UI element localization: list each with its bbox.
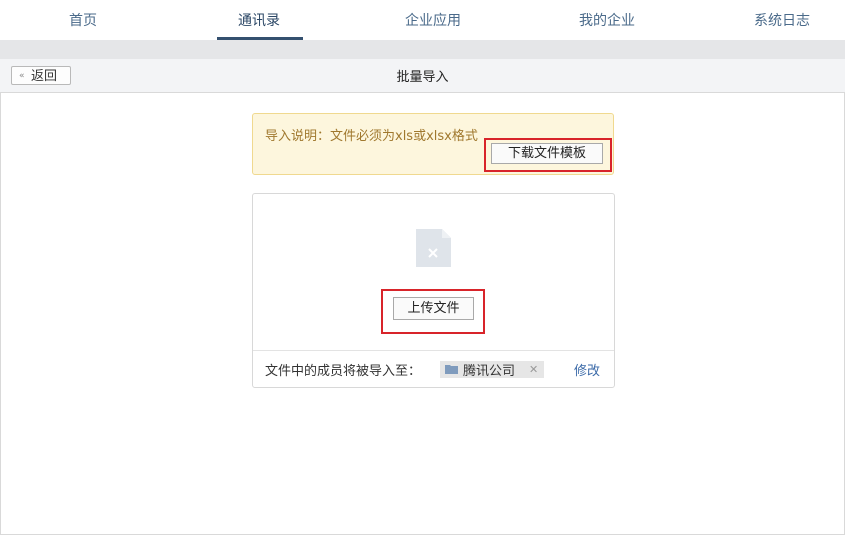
- nav-tab-enterprise-apps[interactable]: 企业应用: [405, 10, 461, 30]
- file-invalid-icon: [416, 229, 451, 267]
- nav-tab-contacts[interactable]: 通讯录: [238, 10, 280, 30]
- nav-tab-my-enterprise[interactable]: 我的企业: [579, 10, 635, 30]
- modify-destination-link[interactable]: 修改: [574, 360, 600, 379]
- upload-file-button[interactable]: 上传文件: [393, 297, 474, 320]
- panel-divider: [253, 350, 614, 351]
- page-title: 批量导入: [396, 70, 449, 85]
- header-separator-band: [0, 40, 845, 59]
- nav-tab-system-log[interactable]: 系统日志: [754, 10, 810, 30]
- download-template-button[interactable]: 下载文件模板: [491, 143, 603, 164]
- destination-tag: 腾讯公司 ✕: [440, 361, 544, 379]
- folder-icon: [445, 365, 458, 374]
- subheader-bar: « 返回 批量导入: [0, 59, 845, 93]
- close-icon[interactable]: ✕: [529, 361, 538, 378]
- destination-label: 文件中的成员将被导入至：: [265, 364, 422, 379]
- nav-tab-home[interactable]: 首页: [69, 10, 97, 30]
- destination-name: 腾讯公司: [463, 364, 516, 379]
- top-nav: 首页 通讯录 企业应用 我的企业 系统日志: [0, 0, 845, 40]
- import-instructions-text: 导入说明：文件必须为xls或xlsx格式: [265, 129, 478, 144]
